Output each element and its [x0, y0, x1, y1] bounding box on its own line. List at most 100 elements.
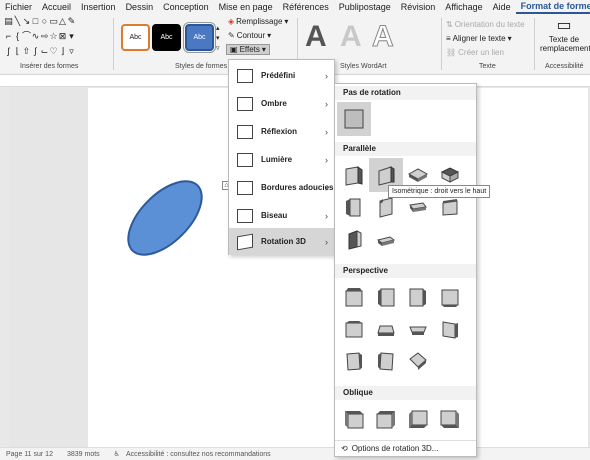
create-link-label: Créer un lien — [458, 48, 504, 57]
alt-text-button[interactable]: ▭ Texte de remplacement — [540, 17, 590, 53]
rotation-perspective-option[interactable] — [433, 344, 467, 378]
rotation-oblique-option[interactable] — [433, 402, 467, 436]
heart-shape-icon[interactable]: ♡ — [49, 46, 58, 60]
wordart-style-3[interactable]: A — [372, 20, 395, 54]
wordart-style-2[interactable]: A — [340, 20, 362, 54]
tab-aide[interactable]: Aide — [488, 0, 516, 14]
rotation-perspective-option[interactable] — [369, 344, 403, 378]
tab-affichage[interactable]: Affichage — [440, 0, 487, 14]
rotation-parallel-option[interactable] — [337, 222, 371, 256]
shape-style-orange-outline[interactable]: Abc — [121, 24, 150, 51]
style-scroll-down-icon[interactable]: ▾ — [216, 34, 220, 42]
line-shape-icon[interactable]: ╲ — [13, 16, 22, 30]
tab-format-de-forme[interactable]: Format de forme — [515, 0, 590, 14]
arc-shape-icon[interactable]: ⌒ — [22, 31, 31, 45]
tab-conception[interactable]: Conception — [158, 0, 214, 14]
rotation-parallel-option[interactable] — [369, 222, 403, 256]
tab-mise-en-page[interactable]: Mise en page — [214, 0, 278, 14]
menu-item-rotation-3d[interactable]: Rotation 3D › — [229, 228, 334, 255]
paint-bucket-icon: ◈ — [228, 17, 235, 26]
bracket2-shape-icon[interactable]: ⌋ — [58, 46, 67, 60]
effects-button[interactable]: ▣ Effets ▾ — [226, 44, 270, 55]
more-shapes-icon[interactable]: ▿ — [67, 46, 76, 60]
fill-label: Remplissage — [236, 17, 283, 26]
menu-item-ombre[interactable]: Ombre › — [229, 90, 334, 117]
page-count[interactable]: Page 11 sur 12 — [6, 451, 53, 458]
tab-accueil[interactable]: Accueil — [37, 0, 76, 14]
brace-shape-icon[interactable]: { — [13, 31, 22, 45]
rotation-parallel-option[interactable] — [337, 158, 371, 192]
preset-effect-icon — [237, 69, 253, 83]
arrow-shape-icon[interactable]: ↘ — [22, 16, 31, 30]
menu-item-reflexion[interactable]: Réflexion › — [229, 118, 334, 145]
ellipse-shape[interactable] — [110, 172, 220, 264]
oval-shape-icon[interactable]: ○ — [40, 16, 49, 30]
rotation-perspective-option[interactable] — [433, 312, 467, 346]
alt-text-label-2: remplacement — [540, 44, 590, 53]
wave-shape-icon[interactable]: ∿ — [31, 31, 40, 45]
textbox-shape-icon[interactable]: ▤ — [4, 16, 13, 30]
style-scroll-up-icon[interactable]: ▴ — [216, 24, 220, 32]
tab-revision[interactable]: Révision — [396, 0, 441, 14]
rotation-oblique-option[interactable] — [337, 402, 371, 436]
menu-item-bordures-adoucies[interactable]: Bordures adoucies › — [229, 174, 334, 201]
tab-fichier[interactable]: Fichier — [0, 0, 37, 14]
group-label-text: Texte — [479, 63, 496, 70]
menu-item-predefini[interactable]: Prédéfini › — [229, 62, 334, 89]
up-arrow-shape-icon[interactable]: ⇧ — [22, 46, 31, 60]
edit-shape-icon[interactable]: ✎ — [67, 16, 76, 30]
outline-button[interactable]: ✎ Contour ▾ — [228, 31, 271, 40]
dropdown-shape-icon[interactable]: ▾ — [67, 31, 76, 45]
rotation-oblique-option[interactable] — [369, 402, 403, 436]
right-arrow-shape-icon[interactable]: ⇨ — [40, 31, 49, 45]
rotation-options-link[interactable]: ⟲ Options de rotation 3D... — [335, 440, 476, 456]
s-curve-shape-icon[interactable]: ∫ — [31, 46, 40, 60]
rotation-perspective-option[interactable] — [401, 280, 435, 314]
tab-publipostage[interactable]: Publipostage — [334, 0, 396, 14]
rectangle-shape-icon[interactable]: □ — [31, 16, 40, 30]
effects-menu: Prédéfini › Ombre › Réflexion › Lumière … — [228, 59, 335, 255]
shapes-gallery[interactable]: ▤ ╲ ↘ □ ○ ▭ △ ✎ ⌐ { ⌒ ∿ ⇨ ☆ ⊠ ▾ ʃ ⌊ ⇧ ∫ … — [4, 16, 82, 60]
curve-shape-icon[interactable]: ʃ — [4, 46, 13, 60]
rotation-perspective-option[interactable] — [337, 280, 371, 314]
rotation-perspective-option[interactable] — [369, 280, 403, 314]
rotation-none-option[interactable] — [337, 102, 371, 136]
rotation-parallel-option[interactable] — [337, 190, 371, 224]
chevron-right-icon: › — [325, 182, 328, 193]
style-more-icon[interactable]: ▿ — [216, 44, 220, 52]
triangle-shape-icon[interactable]: △ — [58, 16, 67, 30]
align-text-button[interactable]: ≡ Aligner le texte ▾ — [446, 34, 512, 43]
rotation-perspective-option[interactable] — [401, 312, 435, 346]
rotation-perspective-option[interactable] — [337, 344, 371, 378]
rotation-perspective-option[interactable] — [369, 312, 403, 346]
lshape-shape-icon[interactable]: ⌙ — [40, 46, 49, 60]
rotation-3d-panel: Pas de rotation Parallèle Perspective Ob… — [334, 83, 477, 457]
tab-references[interactable]: Références — [278, 0, 334, 14]
shape-style-black[interactable]: Abc — [152, 24, 181, 51]
rotation-perspective-option[interactable] — [337, 312, 371, 346]
rotation-perspective-option[interactable] — [401, 344, 435, 378]
tab-dessin[interactable]: Dessin — [121, 0, 159, 14]
menu-item-biseau[interactable]: Biseau › — [229, 202, 334, 229]
wordart-style-1[interactable]: A — [305, 20, 327, 54]
bracket-shape-icon[interactable]: ⌊ — [13, 46, 22, 60]
effects-icon: ▣ — [230, 45, 238, 54]
menu-item-lumiere[interactable]: Lumière › — [229, 146, 334, 173]
shape-style-blue[interactable]: Abc — [183, 22, 216, 53]
square-shape-icon[interactable]: ▭ — [49, 16, 58, 30]
create-link-button[interactable]: ⛓ Créer un lien — [446, 48, 504, 57]
rotation-options-icon: ⟲ — [341, 444, 348, 453]
group-label-shape-styles: Styles de formes — [175, 63, 228, 70]
connector-shape-icon[interactable]: ⌐ — [4, 31, 13, 45]
section-no-rotation: Pas de rotation — [343, 88, 401, 97]
word-count[interactable]: 3839 mots — [67, 451, 100, 458]
fill-button[interactable]: ◈ Remplissage ▾ — [228, 17, 288, 26]
tab-insertion[interactable]: Insertion — [76, 0, 121, 14]
group-label-insert-shapes: Insérer des formes — [20, 63, 79, 70]
rotation-oblique-option[interactable] — [401, 402, 435, 436]
text-direction-button[interactable]: ⇅ Orientation du texte — [446, 20, 525, 29]
accessibility-status[interactable]: Accessibilité : consultez nos recommanda… — [126, 451, 271, 458]
cross-shape-icon[interactable]: ⊠ — [58, 31, 67, 45]
star-shape-icon[interactable]: ☆ — [49, 31, 58, 45]
rotation-perspective-option[interactable] — [433, 280, 467, 314]
